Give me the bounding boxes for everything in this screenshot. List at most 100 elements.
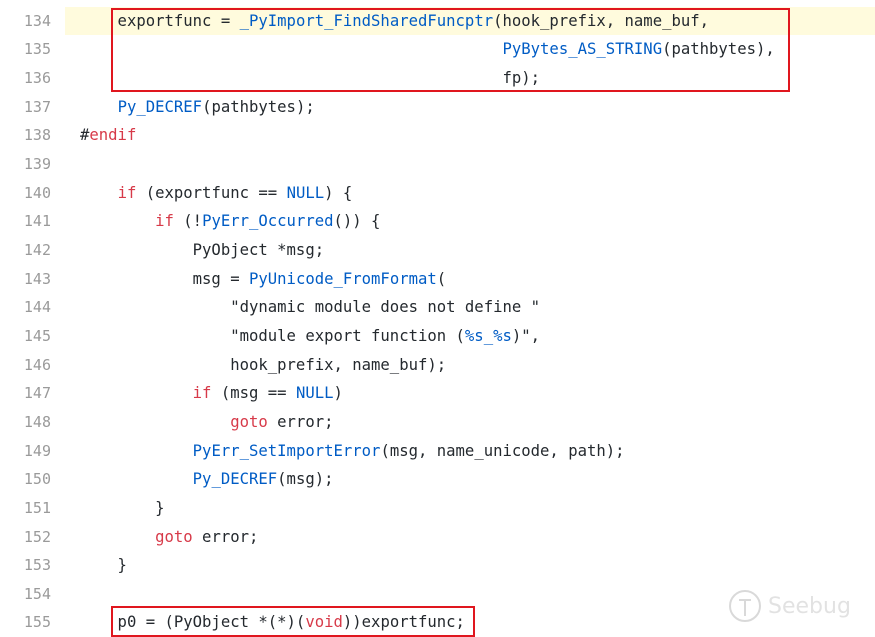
code-token: # [80,126,90,145]
code-view: 134 exportfunc = _PyImport_FindSharedFun… [0,6,875,637]
code-token: ) { [324,183,353,202]
code-line: 145 "module export function (%s_%s)", [0,322,875,351]
code-token: ()) { [333,212,381,231]
code-line: 144 "dynamic module does not define " [0,293,875,322]
code-token: PyUnicode_FromFormat [249,269,437,288]
code-token: (! [173,212,203,231]
code-token: goto [155,527,193,546]
code-token: )", [511,326,541,345]
code-text: msg = PyUnicode_FromFormat( [65,265,875,294]
code-line: 140 if (exportfunc == NULL) { [0,179,875,208]
code-token: error; [267,412,334,431]
code-text: Py_DECREF(pathbytes); [65,93,875,122]
code-line: 141 if (!PyErr_Occurred()) { [0,207,875,236]
code-text: goto error; [65,408,875,437]
line-number[interactable]: 141 [0,207,51,236]
code-text: PyObject *msg; [65,236,875,265]
watermark-text: Seebug [768,593,851,619]
line-number[interactable]: 143 [0,265,51,294]
code-token: "dynamic module does not define " [80,298,541,317]
code-token: "module export function ( [80,326,465,345]
line-number[interactable]: 148 [0,408,51,437]
code-token: msg = [80,269,249,288]
code-token: (msg == [211,384,296,403]
code-line: 139 [0,150,875,179]
line-number[interactable]: 134 [0,7,51,36]
code-text: } [65,494,875,523]
code-token: if [155,212,174,231]
line-number[interactable]: 145 [0,322,51,351]
code-token: (msg, name_unicode, path); [380,441,625,460]
line-number[interactable]: 151 [0,494,51,523]
code-line: 153 } [0,551,875,580]
line-number[interactable]: 144 [0,293,51,322]
code-line: 150 Py_DECREF(msg); [0,465,875,494]
line-number[interactable]: 150 [0,465,51,494]
code-text: goto error; [65,523,875,552]
code-token: (exportfunc == [136,183,287,202]
line-number[interactable]: 138 [0,121,51,150]
code-text: Py_DECREF(msg); [65,465,875,494]
code-token: hook_prefix, name_buf); [80,355,447,374]
code-line: 146 hook_prefix, name_buf); [0,351,875,380]
code-token: Py_DECREF [192,470,278,489]
code-line: 149 PyErr_SetImportError(msg, name_unico… [0,437,875,466]
code-line: 151 } [0,494,875,523]
code-text: PyErr_SetImportError(msg, name_unicode, … [65,437,875,466]
line-number[interactable]: 155 [0,608,51,637]
code-token: ) [333,384,343,403]
seebug-watermark: Seebug [728,589,851,623]
code-token: endif [89,126,137,145]
code-text: #endif [65,121,875,150]
code-text: if (!PyErr_Occurred()) { [65,207,875,236]
code-token: PyErr_SetImportError [192,441,381,460]
code-token: PyErr_Occurred [202,212,334,231]
code-line: 147 if (msg == NULL) [0,379,875,408]
code-token: } [80,556,127,575]
line-number[interactable]: 140 [0,179,51,208]
code-text: if (msg == NULL) [65,379,875,408]
line-number[interactable]: 142 [0,236,51,265]
line-number[interactable]: 147 [0,379,51,408]
code-token: ( [436,269,447,288]
line-number[interactable]: 135 [0,35,51,64]
code-text: if (exportfunc == NULL) { [65,179,875,208]
code-token: if [117,183,137,202]
line-number[interactable]: 153 [0,551,51,580]
code-token: error; [192,527,259,546]
line-number[interactable]: 149 [0,437,51,466]
code-text: } [65,551,875,580]
line-number[interactable]: 136 [0,64,51,93]
code-token: } [80,498,165,517]
code-token: PyObject *msg; [80,240,325,259]
code-line: 138 #endif [0,121,875,150]
code-token: goto [230,412,268,431]
line-number[interactable]: 154 [0,580,51,609]
seebug-logo-icon [729,590,761,622]
code-text: "module export function (%s_%s)", [65,322,875,351]
code-token: (pathbytes); [202,97,315,116]
code-line: 152 goto error; [0,523,875,552]
code-line: 142 PyObject *msg; [0,236,875,265]
code-line: 148 goto error; [0,408,875,437]
code-token: NULL [286,183,325,202]
code-text: "dynamic module does not define " [65,293,875,322]
code-line: 137 Py_DECREF(pathbytes); [0,93,875,122]
line-number[interactable]: 139 [0,150,51,179]
highlight-box-p0-cast [111,606,475,637]
line-number[interactable]: 152 [0,523,51,552]
code-token: %s_%s [464,326,512,345]
code-token: NULL [295,384,334,403]
line-number[interactable]: 146 [0,351,51,380]
code-token: if [192,384,212,403]
line-number[interactable]: 137 [0,93,51,122]
code-token: Py_DECREF [117,97,203,116]
